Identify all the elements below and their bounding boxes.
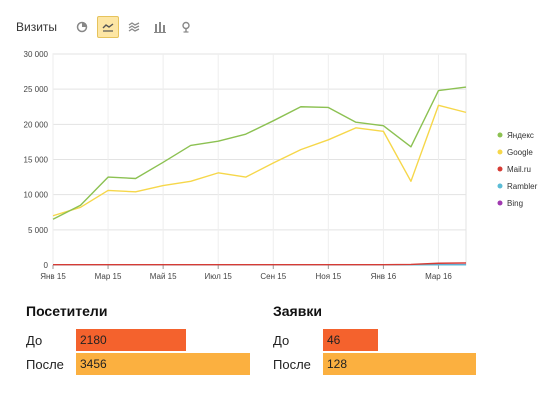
y-tick-label: 20 000 xyxy=(24,120,49,129)
series-line-Google xyxy=(52,104,467,217)
legend-marker xyxy=(497,183,503,189)
leads-before-label: До xyxy=(273,332,290,348)
visitors-row-before: До 2180 xyxy=(26,329,250,351)
chart-title: Визиты xyxy=(16,20,58,34)
y-tick-label: 25 000 xyxy=(24,85,49,94)
area-chart-button[interactable] xyxy=(123,16,145,38)
leads-block: Заявки До 46 После 128 xyxy=(273,303,476,377)
y-tick-label: 5 000 xyxy=(28,226,49,235)
leads-row-before: До 46 xyxy=(273,329,476,351)
legend-label: Rambler xyxy=(507,182,538,191)
visits-chart: 0 5 000 10 000 15 000 20 000 25 000 30 000 Янв … xyxy=(0,40,558,285)
visitors-after-value: 3456 xyxy=(80,357,107,371)
legend-marker xyxy=(497,200,503,206)
legend-label: Bing xyxy=(507,199,523,208)
y-tick-label: 30 000 xyxy=(24,50,49,59)
y-tick-label: 10 000 xyxy=(24,191,49,200)
series-line-Mail.ru xyxy=(52,262,467,266)
x-tick-label: Янв 16 xyxy=(371,272,397,281)
visitors-block: Посетители До 2180 После 3456 xyxy=(26,303,250,377)
chart-svg: 0 5 000 10 000 15 000 20 000 25 000 30 000 Янв … xyxy=(24,50,538,281)
visitors-row-after: После 3456 xyxy=(26,353,250,375)
bar-chart-icon xyxy=(154,22,167,33)
leads-row-after: После 128 xyxy=(273,353,476,375)
x-tick-label: Мар 15 xyxy=(95,272,122,281)
visitors-after-bar: 3456 xyxy=(76,353,250,375)
legend-label: Яндекс xyxy=(507,131,534,140)
x-tick-label: Мар 16 xyxy=(425,272,452,281)
x-tick-label: Май 15 xyxy=(150,272,177,281)
visitors-after-label: После xyxy=(26,356,64,372)
visitors-before-value: 2180 xyxy=(80,333,107,347)
leads-before-bar: 46 xyxy=(323,329,378,351)
legend-marker xyxy=(497,149,503,155)
series-line-Яндекс xyxy=(52,86,467,220)
bar-chart-button[interactable] xyxy=(149,16,171,38)
leads-title: Заявки xyxy=(273,303,322,319)
visitors-before-bar: 2180 xyxy=(76,329,186,351)
line-chart-button[interactable] xyxy=(97,16,120,38)
area-chart-icon xyxy=(128,22,140,32)
visitors-title: Посетители xyxy=(26,303,108,319)
x-tick-label: Янв 15 xyxy=(40,272,66,281)
pie-chart-button[interactable] xyxy=(71,16,93,38)
line-chart-icon xyxy=(102,23,114,32)
y-tick-label: 15 000 xyxy=(24,156,49,165)
leads-before-value: 46 xyxy=(327,333,341,347)
legend-marker xyxy=(497,132,503,138)
map-pin-icon xyxy=(182,21,190,33)
leads-after-label: После xyxy=(273,356,311,372)
x-tick-label: Ноя 15 xyxy=(315,272,341,281)
legend-label: Google xyxy=(507,148,533,157)
legend-label: Mail.ru xyxy=(507,165,531,174)
legend-marker xyxy=(497,166,503,172)
x-tick-label: Июл 15 xyxy=(205,272,233,281)
y-tick-label: 0 xyxy=(44,261,49,270)
visitors-before-label: До xyxy=(26,332,43,348)
x-tick-label: Сен 15 xyxy=(260,272,286,281)
leads-after-value: 128 xyxy=(327,357,348,371)
pie-chart-icon xyxy=(76,21,88,33)
map-button[interactable] xyxy=(175,16,197,38)
chart-toolbar: Визиты xyxy=(16,14,201,40)
leads-after-bar: 128 xyxy=(323,353,476,375)
